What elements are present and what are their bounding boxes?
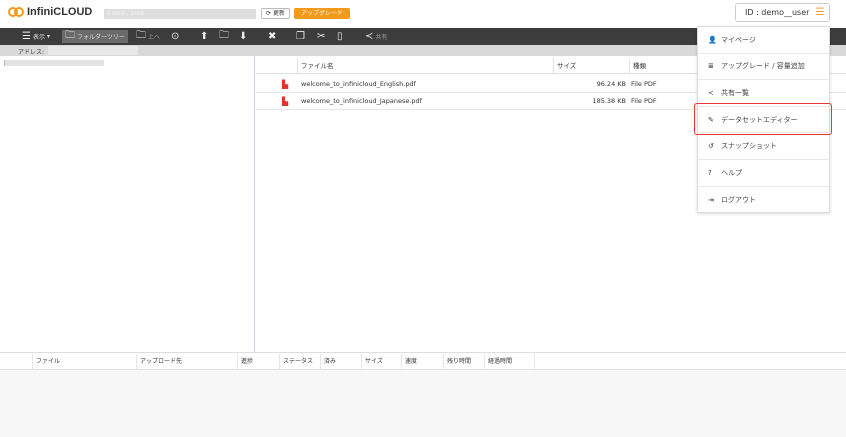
view-button[interactable]: ☰ 表示 ▾ [22, 30, 50, 43]
column-status: ステータス [279, 354, 320, 370]
share-icon: ≺ [365, 31, 374, 42]
menu-label: 共有一覧 [721, 88, 749, 97]
upload-queue-body [0, 370, 846, 437]
address-input[interactable] [48, 46, 138, 55]
menu-item-help[interactable]: ? ヘルプ [698, 160, 829, 187]
share-button[interactable]: ≺ 共有 [365, 30, 387, 43]
tree-root-item[interactable] [4, 60, 104, 66]
refresh-label: 更新 [272, 10, 285, 17]
copy-button[interactable]: ❐ [296, 30, 305, 43]
pdf-icon: ▙ [282, 97, 289, 106]
menu-item-upgrade[interactable]: ≣ アップグレード / 容量追加 [698, 54, 829, 81]
new-folder-button[interactable]: 🗀 [219, 30, 229, 43]
column-destination: アップロード先 [136, 354, 237, 370]
logout-icon: ⇥ [708, 195, 714, 204]
view-label: 表示 [32, 34, 45, 41]
menu-label: アップグレード / 容量追加 [721, 62, 805, 71]
file-type: File PDF [631, 80, 657, 88]
column-file: ファイル [32, 354, 136, 370]
copy-icon: ❐ [296, 31, 305, 42]
upload-button[interactable]: ⬆ [200, 30, 208, 43]
folder-tree-pane [0, 56, 255, 352]
column-elapsed: 経過時間 [484, 354, 535, 370]
history-icon: ↺ [708, 142, 714, 151]
column-name[interactable]: ファイル名 [297, 58, 553, 74]
upgrade-button[interactable]: アップグレード [294, 8, 350, 19]
logo-icon [8, 7, 24, 17]
upload-queue-header: ファイル アップロード先 進捗 ステータス 済み サイズ 速度 残り時間 経過時… [0, 354, 846, 370]
share-label: 共有 [375, 34, 388, 41]
delete-icon: ✖ [268, 31, 277, 42]
menu-item-logout[interactable]: ⇥ ログアウト [698, 187, 829, 214]
paste-button[interactable]: ▯ [337, 30, 343, 43]
reload-icon: ⊙ [171, 31, 180, 42]
upload-icon: ⬆ [200, 31, 209, 42]
column-speed: 速度 [401, 354, 443, 370]
refresh-button[interactable]: ⟳ 更新 [261, 8, 290, 19]
menu-label: ログアウト [721, 195, 756, 204]
user-menu-button[interactable]: ID : demo__user ☰ [735, 3, 830, 22]
user-id: ID : demo__user [745, 8, 810, 17]
file-size: 96.24 KB [596, 80, 626, 88]
list-icon: ☰ [22, 31, 31, 42]
download-icon: ⬇ [239, 31, 248, 42]
help-icon: ? [708, 168, 712, 177]
column-remaining: 残り時間 [443, 354, 484, 370]
upload-queue: ファイル アップロード先 進捗 ステータス 済み サイズ 速度 残り時間 経過時… [0, 352, 846, 437]
reload-button[interactable]: ⊙ [171, 30, 179, 43]
menu-label: マイページ [721, 35, 756, 44]
address-label: アドレス: [18, 49, 45, 56]
pdf-icon: ▙ [282, 80, 289, 89]
folder-tree-button[interactable]: 🗀 フォルダーツリー [62, 30, 128, 43]
menu-item-mypage[interactable]: 👤 マイページ [698, 27, 829, 54]
logo-text: InfiniCLOUD [27, 6, 93, 18]
column-size: サイズ [361, 354, 401, 370]
folder-icon: 🗀 [65, 30, 75, 41]
file-size: 185.38 KB [592, 97, 626, 105]
up-label: 上へ [148, 34, 161, 41]
folder-up-icon: 🗀 [136, 30, 146, 41]
share-icon: ≺ [708, 88, 714, 97]
folder-tree-label: フォルダーツリー [77, 34, 125, 41]
refresh-icon: ⟳ [266, 10, 272, 17]
highlight-box [694, 103, 832, 135]
hamburger-icon: ☰ [815, 7, 825, 18]
scissors-icon: ✂ [317, 31, 326, 42]
paste-icon: ▯ [337, 31, 343, 42]
storage-usage-bar: 0.00GB / 20GB [104, 9, 256, 19]
database-icon: ≣ [708, 62, 714, 71]
file-type: File PDF [631, 97, 657, 105]
user-icon: 👤 [708, 35, 717, 44]
delete-button[interactable]: ✖ [268, 30, 276, 43]
file-name: welcome_to_infinicloud_English.pdf [301, 80, 416, 88]
cut-button[interactable]: ✂ [317, 30, 325, 43]
file-name: welcome_to_infinicloud_Japanese.pdf [301, 97, 422, 105]
logo[interactable]: InfiniCLOUD [8, 6, 92, 18]
column-progress: 進捗 [237, 354, 279, 370]
download-button[interactable]: ⬇ [239, 30, 247, 43]
new-folder-icon: 🗀 [219, 30, 229, 41]
up-button[interactable]: 🗀 上へ [136, 30, 160, 43]
header: InfiniCLOUD 0.00GB / 20GB ⟳ 更新 アップグレード I… [0, 0, 846, 28]
menu-label: スナップショット [721, 142, 777, 151]
column-done: 済み [320, 354, 361, 370]
menu-label: ヘルプ [721, 168, 742, 177]
menu-item-snapshot[interactable]: ↺ スナップショット [698, 133, 829, 160]
column-size[interactable]: サイズ [553, 58, 629, 74]
